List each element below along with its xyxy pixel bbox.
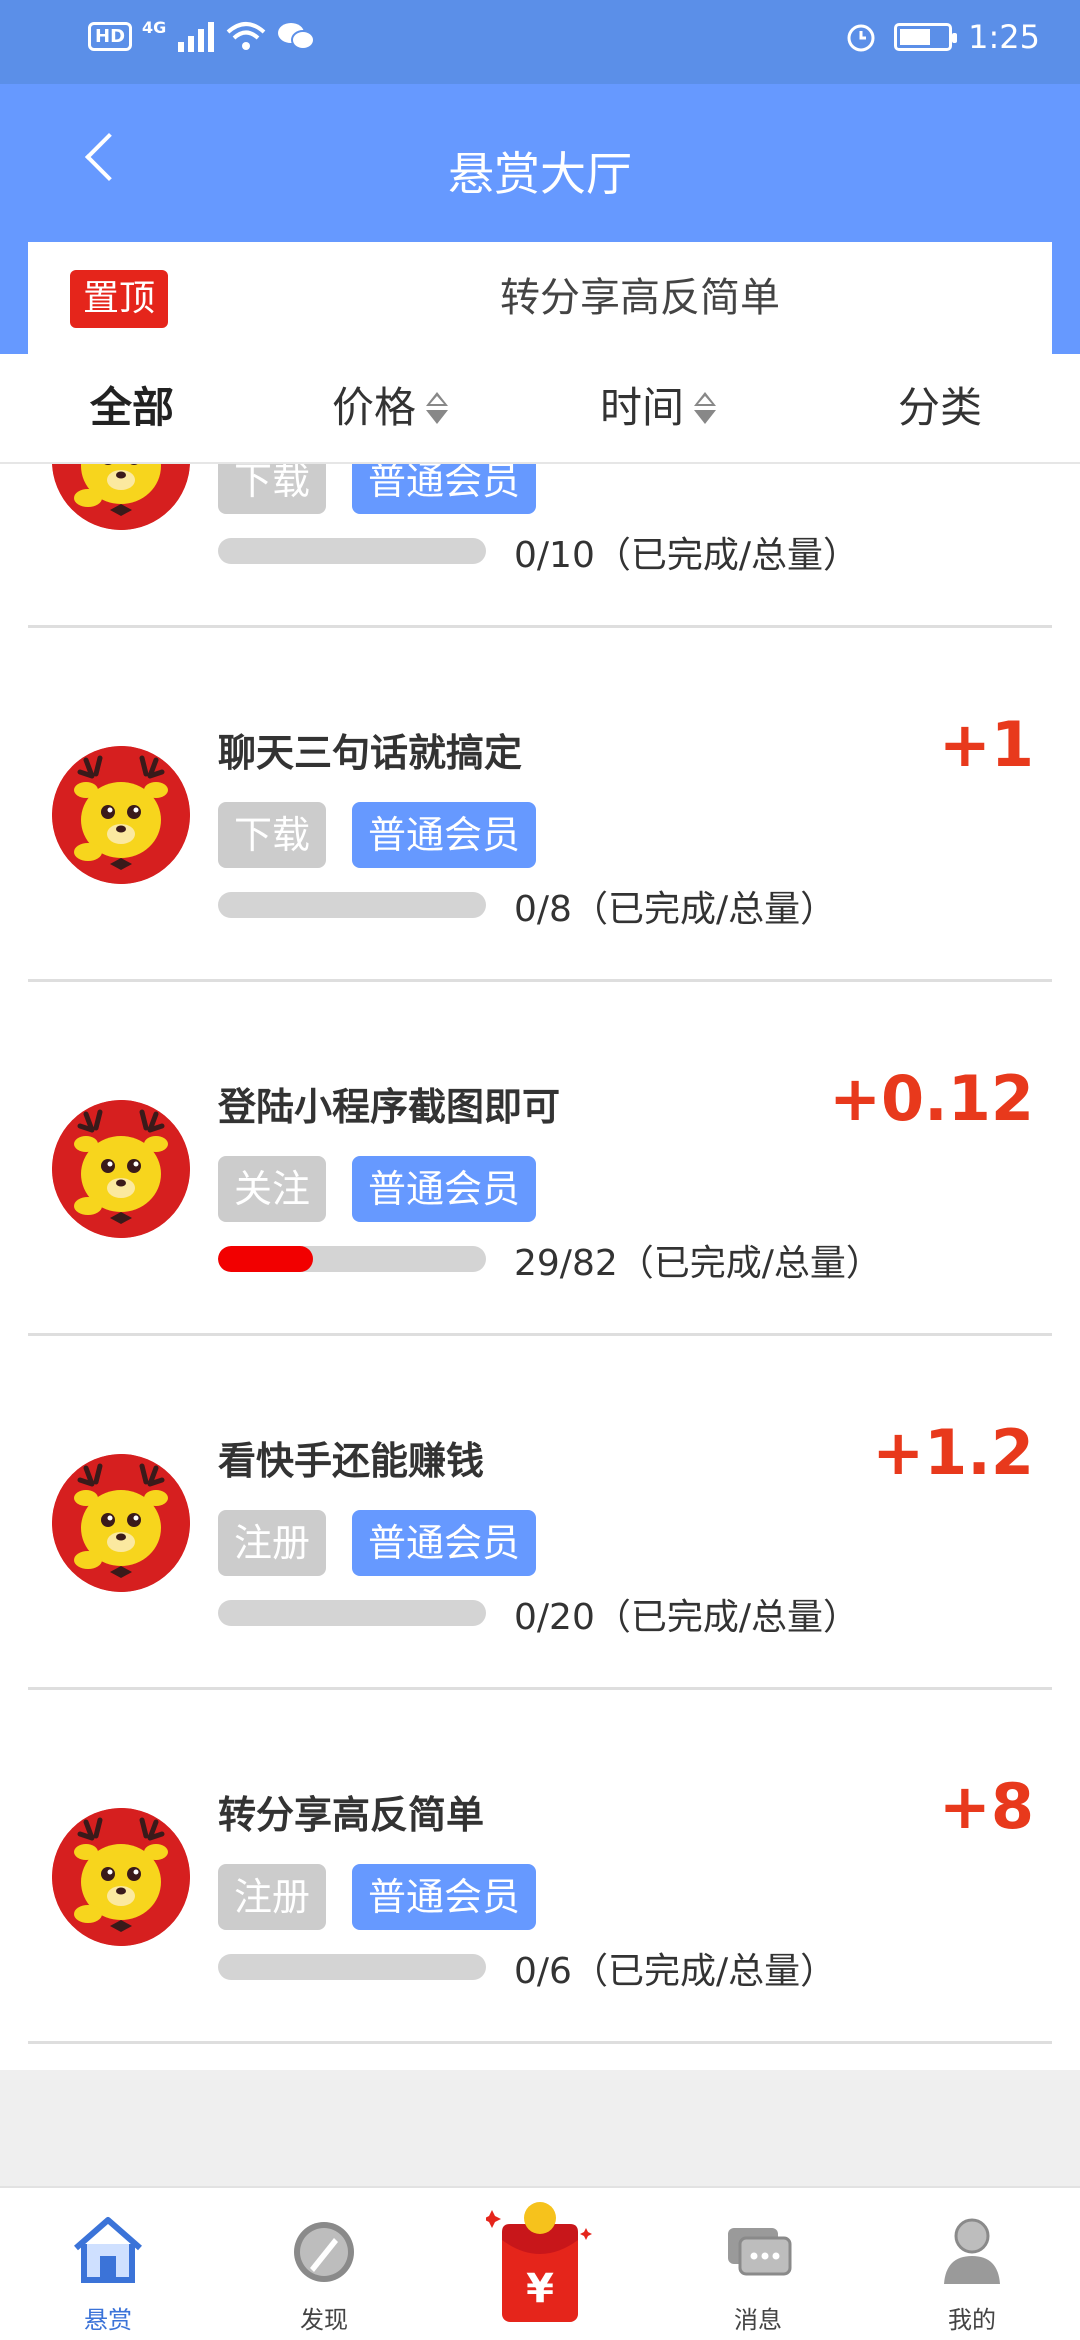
filter-tab-label: 时间 (600, 383, 685, 432)
filter-tab-category[interactable]: 分类 (898, 354, 982, 462)
avatar (52, 1808, 190, 1946)
avatar (52, 464, 190, 530)
progress-text: 0/10（已完成/总量） (514, 535, 859, 576)
sort-icon (426, 392, 449, 424)
progress-text: 0/6（已完成/总量） (514, 1951, 837, 1992)
task-title: 看快手还能赚钱 (218, 1439, 485, 1483)
tab-label: 悬赏 (84, 2306, 132, 2334)
battery-icon (894, 23, 958, 51)
deer-mascot-icon (52, 1808, 190, 1946)
task-reward: +0.12 (829, 1062, 1034, 1135)
task-item[interactable]: 聊天三句话就搞定 +1 下载 普通会员 0/8（已完成/总量） (0, 628, 1080, 982)
filter-tab-price[interactable]: 价格 (332, 354, 449, 462)
deer-mascot-icon (52, 746, 190, 884)
task-reward: +8 (938, 1770, 1034, 1843)
avatar (52, 746, 190, 884)
task-type-tag: 注册 (218, 1864, 326, 1930)
task-item[interactable]: 下载 普通会员 0/10（已完成/总量） (0, 464, 1080, 628)
svg-text:¥: ¥ (526, 2266, 554, 2312)
progress-text: 0/8（已完成/总量） (514, 889, 837, 930)
tab-messages[interactable]: 消息 (688, 2188, 828, 2340)
tab-discover[interactable]: 发现 (254, 2188, 394, 2340)
progress-fill (218, 1246, 313, 1272)
status-right: 1:25 (844, 18, 1040, 56)
wechat-icon (278, 23, 316, 50)
filter-tab-time[interactable]: 时间 (600, 354, 717, 462)
status-time: 1:25 (968, 18, 1040, 56)
message-icon (728, 2228, 792, 2276)
profile-icon (944, 2218, 1000, 2284)
progress-text: 29/82（已完成/总量） (514, 1243, 882, 1284)
pinned-banner[interactable]: 置顶 转分享高反简单 (28, 242, 1052, 354)
progress-bar (218, 538, 486, 564)
divider (28, 2041, 1052, 2044)
task-reward: +1 (938, 708, 1034, 781)
status-left: HD 4G (88, 17, 316, 52)
filter-bar: 全部 价格 时间 分类 (0, 354, 1080, 464)
deer-mascot-icon (52, 1454, 190, 1592)
progress-bar (218, 1954, 486, 1980)
filter-tab-label: 分类 (898, 383, 983, 432)
tab-profile[interactable]: 我的 (902, 2188, 1042, 2340)
wifi-icon (226, 22, 266, 50)
progress-bar (218, 1600, 486, 1626)
filter-tab-label: 价格 (332, 383, 417, 432)
avatar (52, 1100, 190, 1238)
task-type-tag: 关注 (218, 1156, 326, 1222)
task-title: 登陆小程序截图即可 (218, 1085, 561, 1129)
task-item[interactable]: 登陆小程序截图即可 +0.12 关注 普通会员 29/82（已完成/总量） (0, 982, 1080, 1336)
alarm-icon (847, 24, 875, 52)
tab-label: 我的 (948, 2306, 996, 2334)
task-title: 转分享高反简单 (218, 1793, 485, 1837)
filter-tab-label: 全部 (90, 383, 175, 432)
task-list[interactable]: 下载 普通会员 0/10（已完成/总量） 聊天三句话就搞定 +1 下载 普通会员… (0, 464, 1080, 2070)
tab-reward[interactable]: 悬赏 (38, 2188, 178, 2340)
task-item[interactable]: 转分享高反简单 +8 注册 普通会员 0/6（已完成/总量） (0, 1690, 1080, 2044)
task-item[interactable]: 看快手还能赚钱 +1.2 注册 普通会员 0/20（已完成/总量） (0, 1336, 1080, 1690)
progress-bar (218, 1246, 486, 1272)
member-level-tag: 普通会员 (352, 464, 536, 514)
deer-mascot-icon (52, 1100, 190, 1238)
hd-indicator: HD (88, 21, 133, 51)
progress-text: 0/20（已完成/总量） (514, 1597, 859, 1638)
network-type: 4G (142, 17, 167, 37)
filter-tab-all[interactable]: 全部 (90, 354, 174, 462)
task-reward: +1.2 (872, 1416, 1034, 1489)
sort-icon (694, 392, 717, 424)
pinned-banner-text: 转分享高反简单 (500, 275, 780, 321)
status-bar: HD 4G 1:25 (0, 0, 1080, 84)
task-type-tag: 下载 (218, 464, 326, 514)
red-packet-icon[interactable]: ¥ (486, 2198, 594, 2328)
deer-mascot-icon (52, 464, 190, 530)
avatar (52, 1454, 190, 1592)
task-title: 聊天三句话就搞定 (218, 731, 523, 775)
member-level-tag: 普通会员 (352, 1156, 536, 1222)
member-level-tag: 普通会员 (352, 802, 536, 868)
task-type-tag: 下载 (218, 802, 326, 868)
compass-icon (294, 2222, 354, 2282)
tab-label: 发现 (300, 2306, 348, 2334)
home-icon (74, 2217, 142, 2283)
member-level-tag: 普通会员 (352, 1510, 536, 1576)
pin-badge: 置顶 (70, 270, 168, 328)
task-type-tag: 注册 (218, 1510, 326, 1576)
member-level-tag: 普通会员 (352, 1864, 536, 1930)
progress-bar (218, 892, 486, 918)
signal-icon (178, 22, 215, 52)
tab-label: 消息 (734, 2306, 782, 2334)
page-title: 悬赏大厅 (448, 147, 632, 201)
